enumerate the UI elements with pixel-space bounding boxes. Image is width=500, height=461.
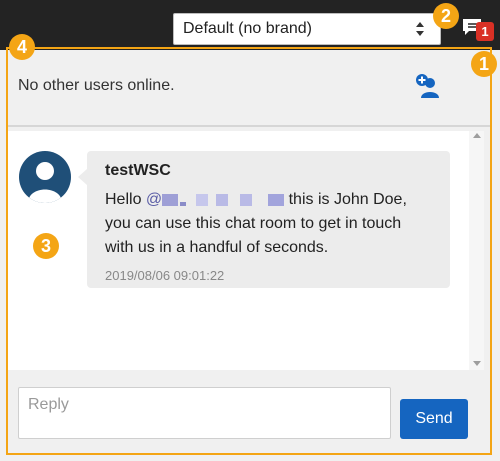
mention-prefix: @	[145, 191, 163, 208]
callout-marker-1: 1	[471, 51, 497, 77]
user-mention[interactable]: @	[145, 191, 285, 208]
brand-select[interactable]: Default (no brand)	[173, 13, 441, 45]
message-timestamp: 2019/08/06 09:01:22	[105, 268, 225, 283]
message-bubble: testWSC Hello @ this is John Doe, you ca…	[78, 151, 450, 288]
panel-divider	[8, 125, 492, 127]
reply-input[interactable]	[18, 387, 391, 439]
message-text: Hello @ this is John Doe, you can use th…	[105, 191, 407, 256]
callout-marker-2: 2	[433, 3, 459, 29]
message-sender: testWSC	[105, 162, 171, 179]
online-status-text: No other users online.	[18, 77, 175, 94]
select-arrows-icon	[416, 22, 424, 36]
user-avatar-icon	[19, 151, 71, 203]
brand-select-value: Default (no brand)	[183, 20, 312, 37]
scroll-up-icon[interactable]	[473, 133, 481, 138]
top-bar: Default (no brand) 1	[0, 0, 500, 50]
redacted-username	[162, 193, 285, 206]
callout-marker-4: 4	[9, 34, 35, 60]
callout-marker-3: 3	[33, 233, 59, 259]
send-button[interactable]: Send	[400, 399, 468, 439]
notification-count-badge: 1	[476, 22, 494, 41]
scroll-down-icon[interactable]	[473, 361, 481, 366]
add-user-icon[interactable]	[416, 74, 442, 98]
message-scrollbar[interactable]	[469, 131, 484, 370]
